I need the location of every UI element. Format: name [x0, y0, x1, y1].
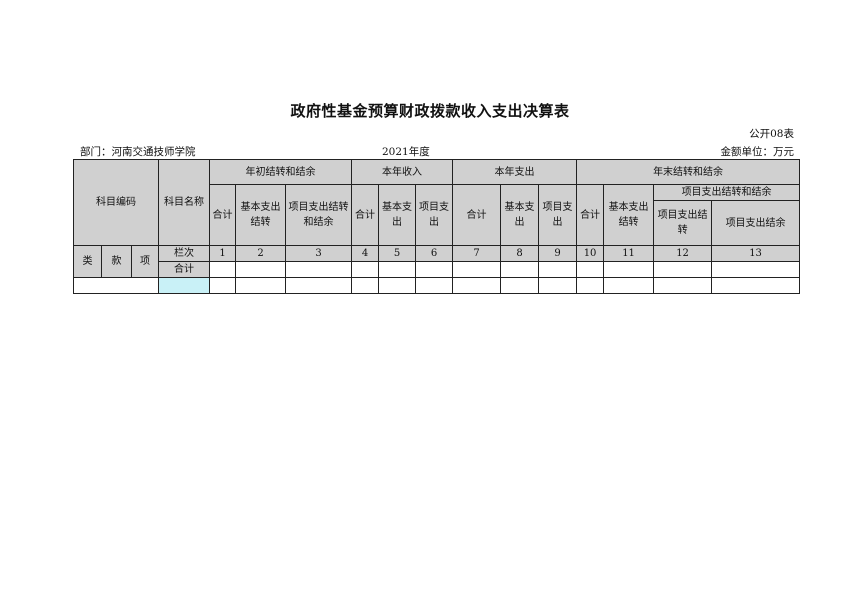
header-end-project-carry: 项目支出结转 — [653, 200, 713, 246]
header-subject-code: 科目编码 — [72, 159, 160, 246]
data-cell[interactable] — [378, 277, 417, 294]
data-cell[interactable] — [285, 277, 353, 294]
header-expense-total: 合计 — [452, 184, 502, 246]
col-number-3: 3 — [285, 245, 353, 262]
col-number-8: 8 — [500, 245, 540, 262]
table-title: 政府性基金预算财政拨款收入支出决算表 — [290, 102, 570, 120]
sum-cell[interactable] — [711, 261, 801, 278]
data-cell[interactable] — [351, 277, 380, 294]
data-cell[interactable] — [209, 277, 237, 294]
col-number-2: 2 — [235, 245, 287, 262]
header-begin-project: 项目支出结转和结余 — [285, 184, 353, 246]
header-end-project-group: 项目支出结转和结余 — [653, 184, 801, 201]
data-cell[interactable] — [711, 277, 801, 294]
sum-cell[interactable] — [653, 261, 713, 278]
header-expense-basic: 基本支出 — [500, 184, 540, 246]
column-number-row: 类 款 项 栏次 1 2 3 4 5 6 7 8 9 10 11 12 13 — [73, 245, 801, 278]
data-cell[interactable] — [538, 277, 578, 294]
col-number-9: 9 — [538, 245, 578, 262]
col-number-13: 13 — [711, 245, 801, 262]
header-begin-balance: 年初结转和结余 — [209, 159, 353, 185]
row-number-label: 栏次 — [158, 245, 211, 262]
budget-table: 科目编码 科目名称 年初结转和结余 本年收入 本年支出 年末结转和结余 合计 基… — [72, 159, 801, 294]
col-number-1: 1 — [209, 245, 237, 262]
header-income-project: 项目支出 — [415, 184, 454, 246]
header-income-basic: 基本支出 — [378, 184, 417, 246]
sum-cell[interactable] — [235, 261, 287, 278]
header-begin-total: 合计 — [209, 184, 237, 246]
data-cell[interactable] — [235, 277, 287, 294]
sum-cell[interactable] — [538, 261, 578, 278]
code-xiang: 项 — [130, 245, 160, 278]
data-cell[interactable] — [603, 277, 655, 294]
sum-row: 合计 — [74, 261, 801, 278]
header-current-expense: 本年支出 — [452, 159, 578, 185]
header-income-total: 合计 — [351, 184, 380, 246]
data-cell[interactable] — [653, 277, 713, 294]
header-end-balance: 年末结转和结余 — [576, 159, 801, 185]
col-number-12: 12 — [653, 245, 713, 262]
data-name-cell[interactable] — [158, 277, 211, 294]
header-end-basic: 基本支出结转 — [603, 184, 655, 246]
col-number-7: 7 — [452, 245, 502, 262]
sum-cell[interactable] — [500, 261, 540, 278]
fiscal-year: 2021年度 — [382, 146, 430, 158]
col-number-10: 10 — [576, 245, 605, 262]
data-row — [72, 277, 801, 294]
data-cell[interactable] — [415, 277, 454, 294]
code-lei: 类 — [73, 245, 102, 278]
header-subject-name: 科目名称 — [158, 159, 211, 246]
col-number-5: 5 — [378, 245, 417, 262]
department-label: 部门：河南交通技师学院 — [80, 146, 196, 158]
code-kuan: 款 — [101, 245, 132, 278]
sum-cell[interactable] — [576, 261, 605, 278]
data-code-cell[interactable] — [72, 277, 160, 294]
form-number: 公开08表 — [749, 128, 794, 140]
data-cell[interactable] — [452, 277, 502, 294]
data-cell[interactable] — [576, 277, 605, 294]
sum-cell[interactable] — [415, 261, 454, 278]
header-current-income: 本年收入 — [351, 159, 454, 185]
sum-cell[interactable] — [209, 261, 237, 278]
sum-label: 合计 — [158, 261, 211, 278]
col-number-11: 11 — [603, 245, 655, 262]
sum-cell[interactable] — [603, 261, 655, 278]
col-number-4: 4 — [351, 245, 380, 262]
sum-cell[interactable] — [351, 261, 380, 278]
data-cell[interactable] — [500, 277, 540, 294]
sum-cell[interactable] — [378, 261, 417, 278]
amount-unit: 金额单位：万元 — [720, 146, 795, 158]
header-expense-project: 项目支出 — [538, 184, 578, 246]
header-end-total: 合计 — [576, 184, 605, 246]
sum-cell[interactable] — [285, 261, 353, 278]
col-number-6: 6 — [415, 245, 454, 262]
header-end-project-balance: 项目支出结余 — [711, 200, 801, 246]
sum-cell[interactable] — [452, 261, 502, 278]
header-begin-basic: 基本支出结转 — [235, 184, 287, 246]
